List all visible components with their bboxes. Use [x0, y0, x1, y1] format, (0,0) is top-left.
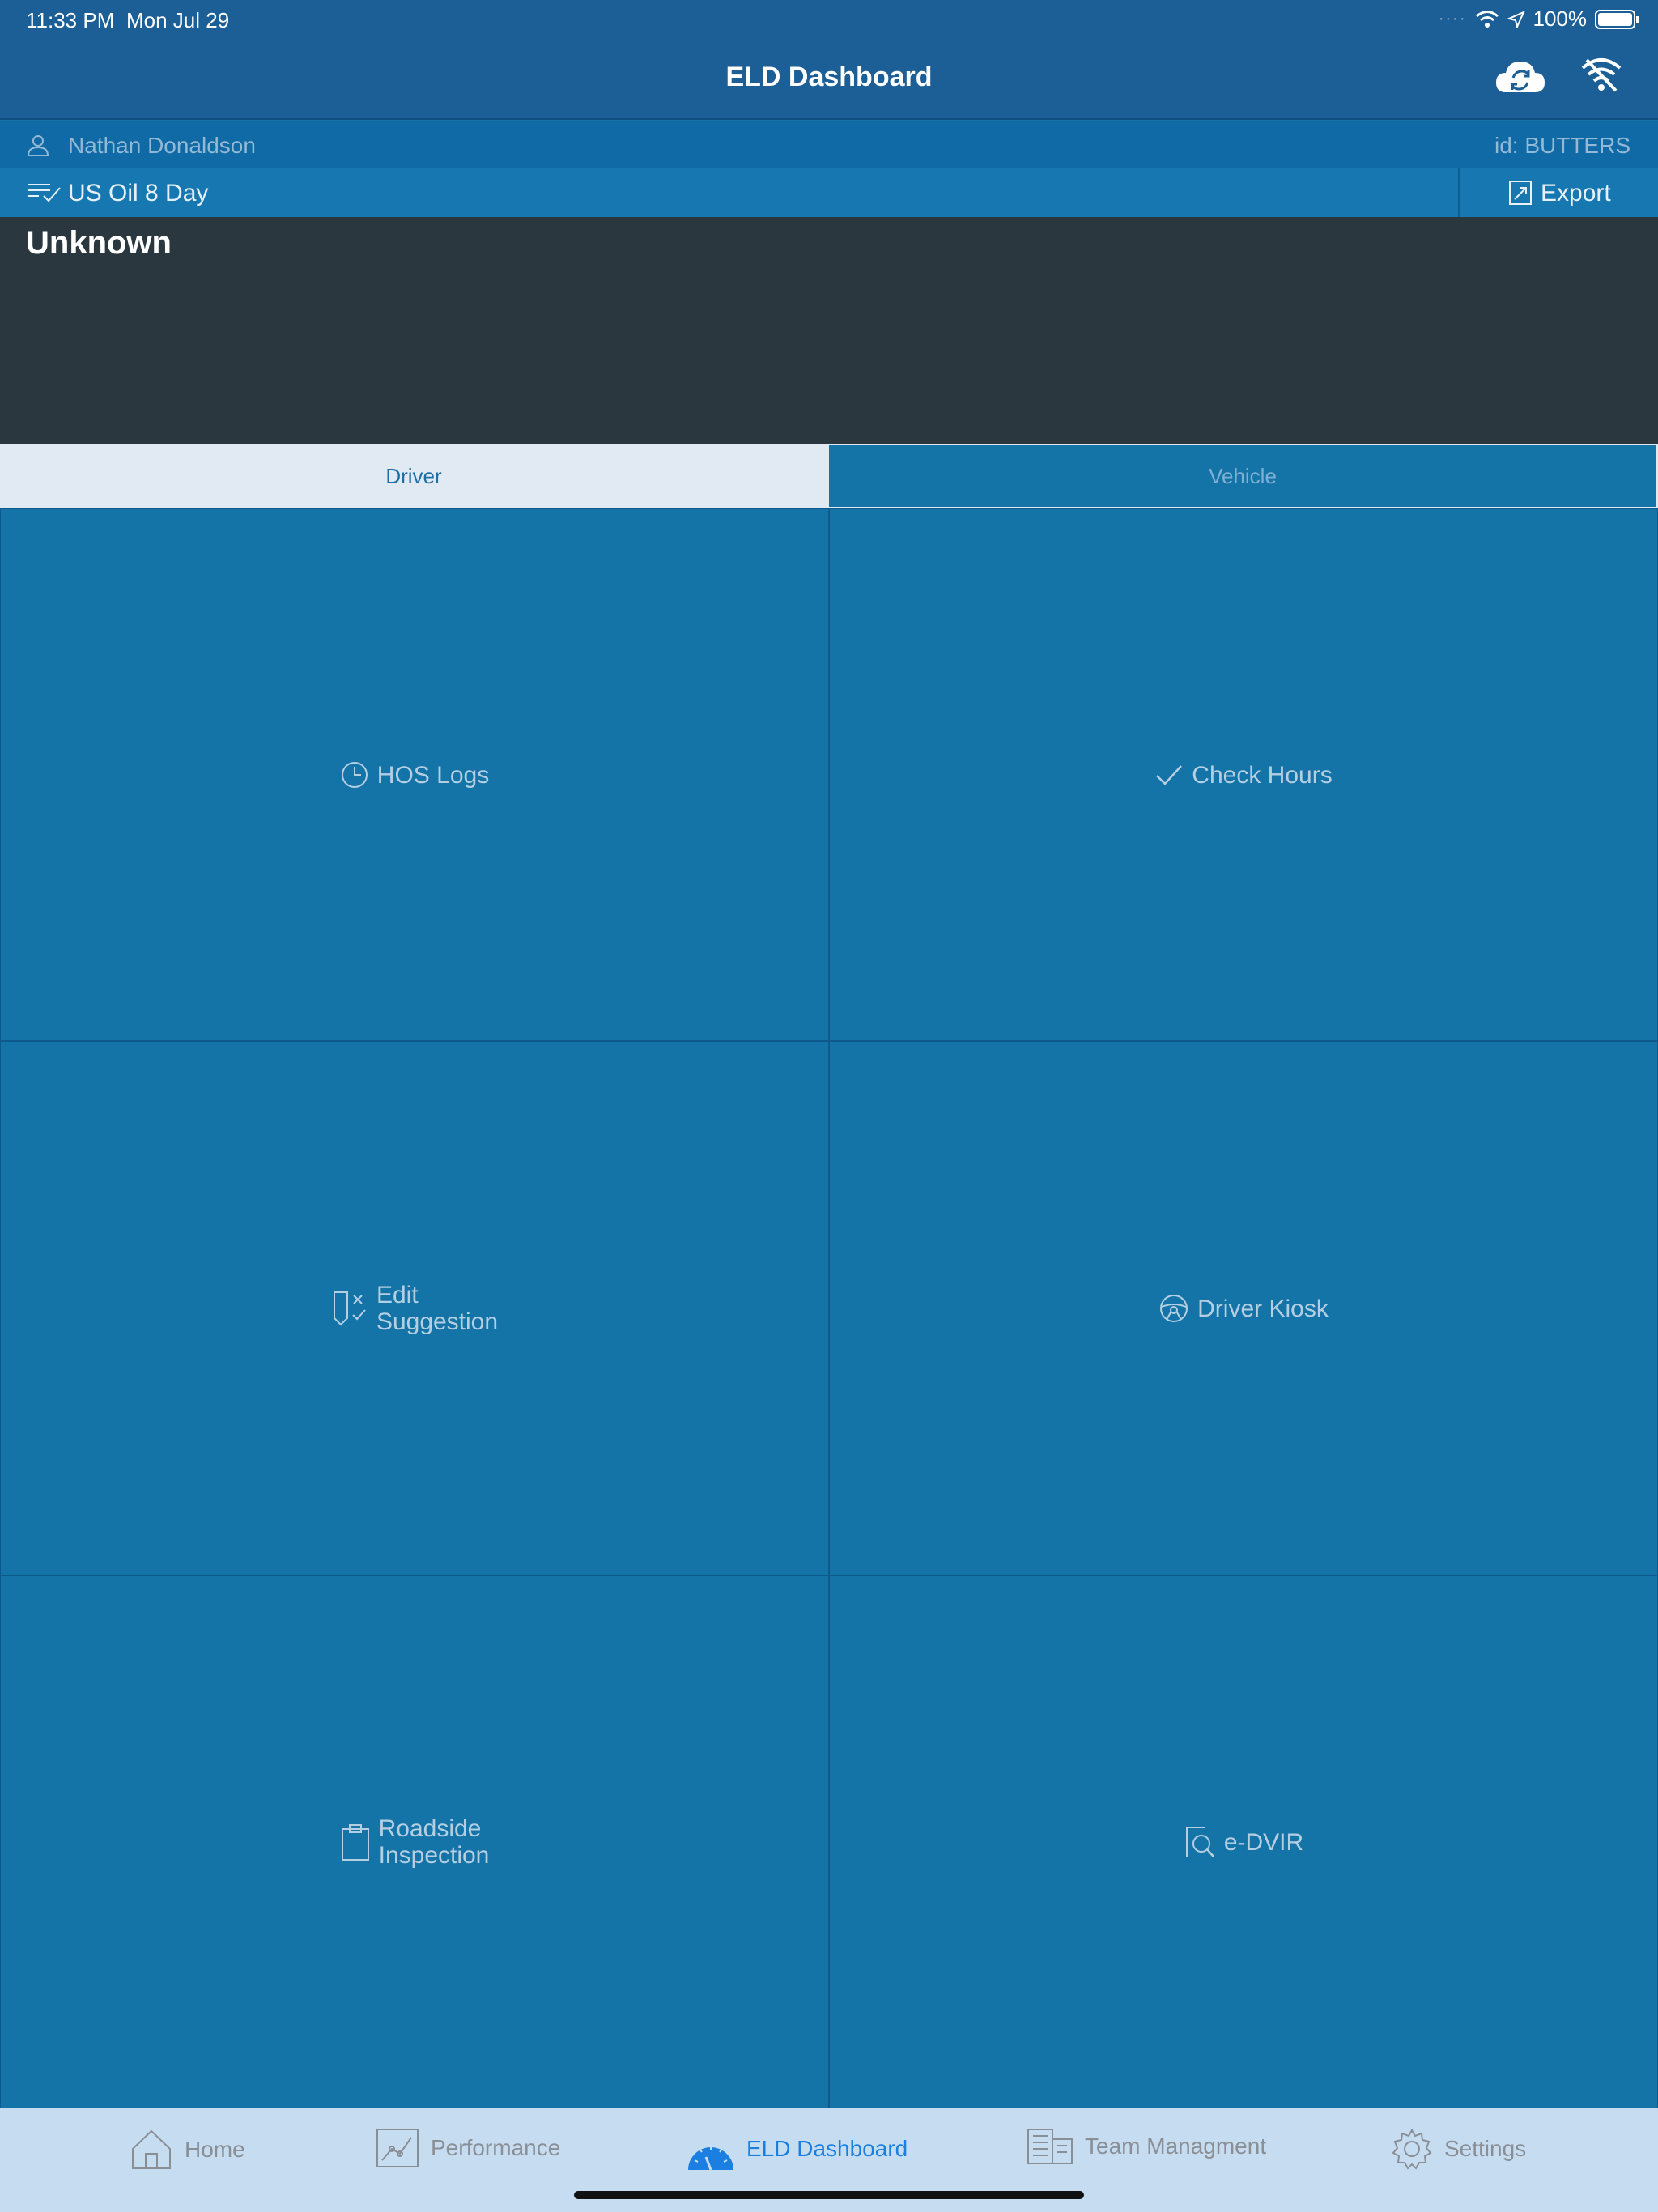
- status-date: Mon Jul 29: [126, 8, 230, 32]
- cloud-sync-icon[interactable]: [1494, 55, 1546, 100]
- wifi-status-icon: [1475, 10, 1499, 28]
- ruleset-selector[interactable]: US Oil 8 Day: [0, 168, 1460, 217]
- speedometer-icon: [688, 2146, 733, 2170]
- driver-status: Unknown: [26, 225, 172, 261]
- gear-icon: [1392, 2128, 1432, 2170]
- bottom-tab-performance[interactable]: Performance: [376, 2128, 560, 2168]
- export-button[interactable]: Export: [1463, 168, 1658, 217]
- bottom-tab-home[interactable]: Home: [130, 2128, 245, 2172]
- signal-dots-icon: ····: [1438, 10, 1467, 28]
- bottom-tab-team-management[interactable]: Team Managment: [1027, 2128, 1266, 2165]
- e-dvir-label: e-DVIR: [1223, 1828, 1304, 1856]
- clipboard-icon: [341, 1824, 369, 1861]
- battery-percent: 100%: [1533, 6, 1588, 31]
- bottom-tab-eld-dashboard-label: ELD Dashboard: [746, 2136, 908, 2161]
- hos-logs-label: HOS Logs: [376, 761, 490, 789]
- tab-driver[interactable]: Driver: [0, 444, 827, 508]
- edit-suggestion-icon: [333, 1291, 366, 1326]
- driver-kiosk-label: Driver Kiosk: [1197, 1295, 1329, 1322]
- edit-suggestion-label: Edit Suggestion: [376, 1282, 499, 1335]
- check-hours-tile[interactable]: Check Hours: [829, 508, 1658, 1041]
- user-icon: [27, 135, 49, 156]
- clock-icon: [341, 762, 368, 788]
- performance-chart-icon: [376, 2129, 419, 2167]
- segment-tabs: Driver Vehicle: [0, 444, 1658, 508]
- ruleset-row: US Oil 8 Day Export: [0, 168, 1658, 217]
- document-search-icon: [1185, 1827, 1214, 1857]
- location-arrow-icon: [1507, 10, 1525, 28]
- export-icon: [1509, 181, 1532, 205]
- edit-suggestion-tile[interactable]: Edit Suggestion: [0, 1041, 829, 1576]
- bottom-tab-eld-dashboard[interactable]: ELD Dashboard: [687, 2128, 908, 2170]
- steering-wheel-icon: [1160, 1295, 1188, 1322]
- driver-kiosk-tile[interactable]: Driver Kiosk: [829, 1041, 1658, 1576]
- page-title: ELD Dashboard: [725, 62, 933, 92]
- tab-vehicle[interactable]: Vehicle: [827, 444, 1658, 508]
- check-hours-label: Check Hours: [1192, 761, 1333, 789]
- bottom-tab-performance-label: Performance: [431, 2135, 561, 2160]
- bottom-tab-settings[interactable]: Settings: [1391, 2128, 1526, 2170]
- checkmark-icon: [1156, 765, 1183, 785]
- home-indicator[interactable]: [574, 2191, 1084, 2199]
- home-icon: [132, 2129, 171, 2169]
- driver-status-panel: Unknown: [0, 217, 1658, 444]
- dashboard-grid: HOS Logs Check Hours Edit Suggestion Dri…: [0, 508, 1658, 2108]
- driver-name: Nathan Donaldson: [68, 133, 256, 158]
- driver-info-row: Nathan Donaldson id: BUTTERS: [0, 121, 1658, 168]
- battery-icon: [1595, 9, 1639, 29]
- roadside-inspection-tile[interactable]: Roadside Inspection: [0, 1576, 829, 2108]
- list-check-icon: [28, 184, 61, 202]
- ruleset-name: US Oil 8 Day: [68, 180, 209, 206]
- status-bar: 11:33 PM Mon Jul 29 ···· 100%: [0, 0, 1658, 40]
- bottom-tab-settings-label: Settings: [1444, 2136, 1527, 2161]
- wifi-off-icon[interactable]: [1580, 57, 1622, 94]
- building-icon: [1027, 2129, 1073, 2164]
- e-dvir-tile[interactable]: e-DVIR: [829, 1576, 1658, 2108]
- status-time: 11:33 PM: [26, 8, 115, 32]
- driver-id: id: BUTTERS: [1494, 133, 1630, 158]
- export-label: Export: [1541, 180, 1611, 206]
- roadside-inspection-label: Roadside Inspection: [378, 1815, 490, 1869]
- bottom-tab-team-management-label: Team Managment: [1085, 2133, 1267, 2159]
- hos-logs-tile[interactable]: HOS Logs: [0, 508, 829, 1041]
- bottom-tab-home-label: Home: [185, 2137, 245, 2162]
- nav-bar: ELD Dashboard: [0, 40, 1658, 120]
